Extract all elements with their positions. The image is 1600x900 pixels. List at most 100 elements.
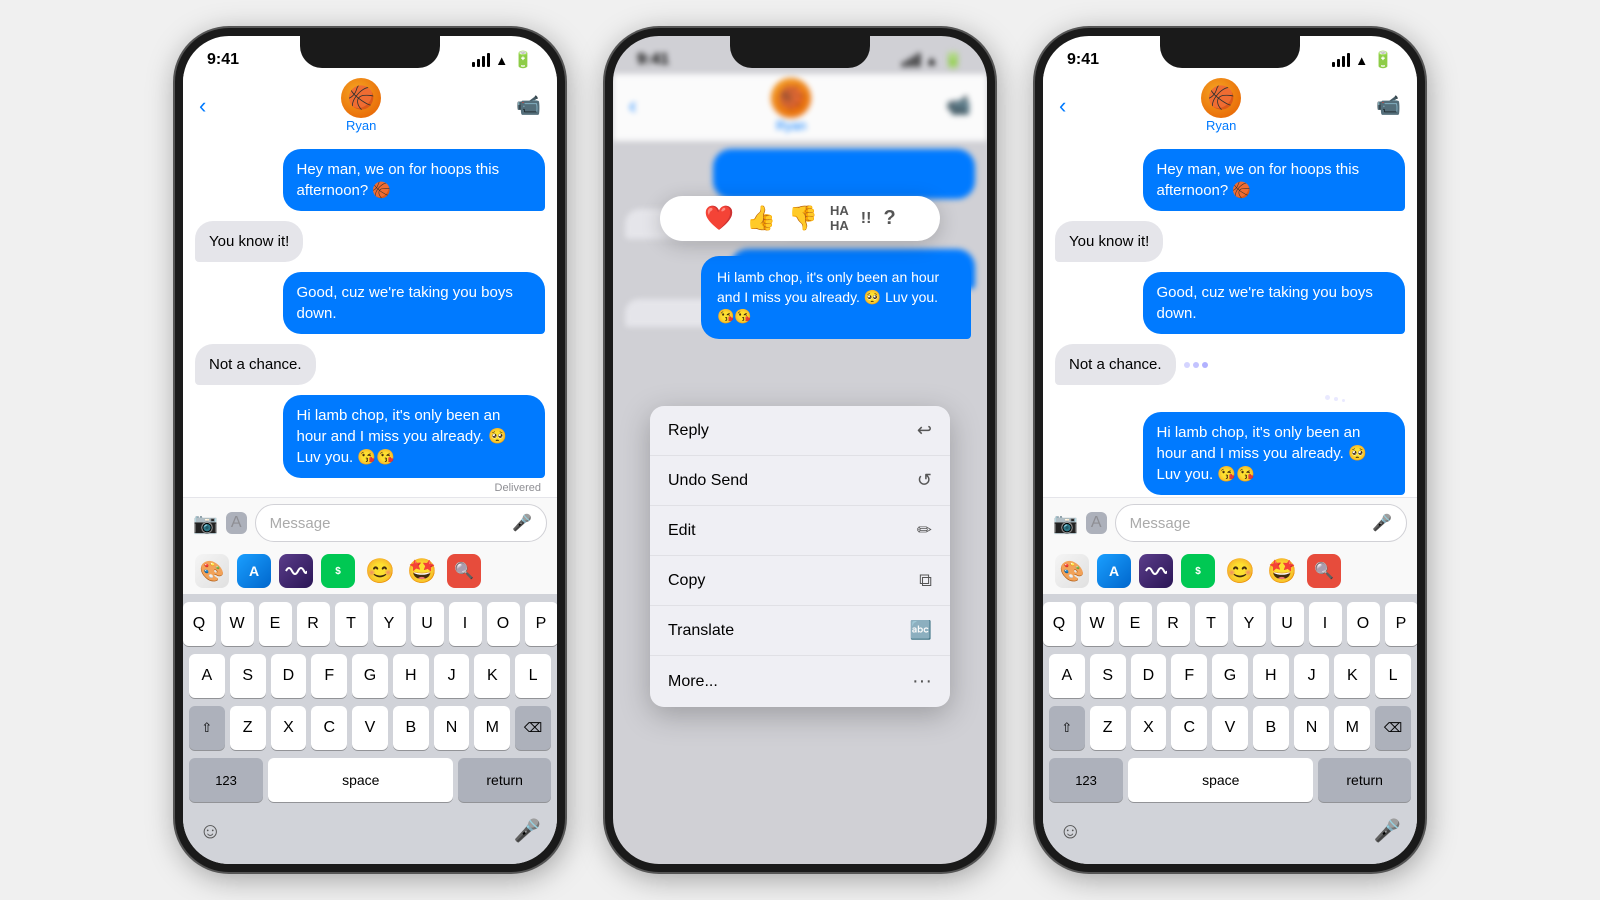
back-button-3[interactable]: ‹ bbox=[1059, 93, 1066, 119]
appstore-app-3[interactable]: A bbox=[1097, 554, 1131, 588]
key-r[interactable]: R bbox=[297, 602, 330, 646]
context-edit[interactable]: Edit ✏ bbox=[650, 506, 950, 556]
key-s[interactable]: S bbox=[230, 654, 266, 698]
emoji-icon-1[interactable]: ☺ bbox=[199, 818, 221, 844]
key-3-s[interactable]: S bbox=[1090, 654, 1126, 698]
key-3-o[interactable]: O bbox=[1347, 602, 1380, 646]
key-3-u[interactable]: U bbox=[1271, 602, 1304, 646]
key-return[interactable]: return bbox=[458, 758, 551, 802]
photos-app-1[interactable]: 🎨 bbox=[195, 554, 229, 588]
key-3-shift[interactable]: ⇧ bbox=[1049, 706, 1085, 750]
key-c[interactable]: C bbox=[311, 706, 347, 750]
reaction-thumbsdown[interactable]: 👎 bbox=[788, 204, 818, 233]
memoji-app-1[interactable]: 😊 bbox=[363, 554, 397, 588]
key-t[interactable]: T bbox=[335, 602, 368, 646]
memoji-app-4[interactable]: 🤩 bbox=[1265, 554, 1299, 588]
key-3-e[interactable]: E bbox=[1119, 602, 1152, 646]
search-app-3[interactable]: 🔍 bbox=[1307, 554, 1341, 588]
key-x[interactable]: X bbox=[271, 706, 307, 750]
reaction-heart[interactable]: ❤️ bbox=[704, 204, 734, 233]
key-l[interactable]: L bbox=[515, 654, 551, 698]
context-copy[interactable]: Copy ⧉ bbox=[650, 556, 950, 606]
key-3-return[interactable]: return bbox=[1318, 758, 1411, 802]
mic-icon-3[interactable]: 🎤 bbox=[1372, 513, 1392, 533]
mic-bottom-icon-3[interactable]: 🎤 bbox=[1374, 818, 1401, 844]
key-n[interactable]: N bbox=[434, 706, 470, 750]
cash-app-3[interactable]: $ bbox=[1181, 554, 1215, 588]
key-w[interactable]: W bbox=[221, 602, 254, 646]
key-v[interactable]: V bbox=[352, 706, 388, 750]
reaction-exclaim[interactable]: !! bbox=[861, 210, 872, 228]
key-m[interactable]: M bbox=[474, 706, 510, 750]
video-button-3[interactable]: 📹 bbox=[1376, 93, 1401, 118]
key-g[interactable]: G bbox=[352, 654, 388, 698]
memoji-app-3[interactable]: 😊 bbox=[1223, 554, 1257, 588]
key-3-backspace[interactable]: ⌫ bbox=[1375, 706, 1411, 750]
search-app-1[interactable]: 🔍 bbox=[447, 554, 481, 588]
photos-app-3[interactable]: 🎨 bbox=[1055, 554, 1089, 588]
apps-icon-3[interactable]: A bbox=[1086, 512, 1107, 534]
appstore-app-1[interactable]: A bbox=[237, 554, 271, 588]
key-3-l[interactable]: L bbox=[1375, 654, 1411, 698]
key-3-c[interactable]: C bbox=[1171, 706, 1207, 750]
key-3-g[interactable]: G bbox=[1212, 654, 1248, 698]
key-3-k[interactable]: K bbox=[1334, 654, 1370, 698]
reaction-haha[interactable]: HAHA bbox=[830, 204, 849, 233]
context-more[interactable]: More... ··· bbox=[650, 656, 950, 707]
key-y[interactable]: Y bbox=[373, 602, 406, 646]
message-input-3[interactable]: Message 🎤 bbox=[1115, 504, 1407, 542]
back-button-1[interactable]: ‹ bbox=[199, 93, 206, 119]
key-3-x[interactable]: X bbox=[1131, 706, 1167, 750]
key-3-v[interactable]: V bbox=[1212, 706, 1248, 750]
mic-icon-1[interactable]: 🎤 bbox=[512, 513, 532, 533]
key-3-h[interactable]: H bbox=[1253, 654, 1289, 698]
key-u[interactable]: U bbox=[411, 602, 444, 646]
message-input-1[interactable]: Message 🎤 bbox=[255, 504, 547, 542]
key-3-f[interactable]: F bbox=[1171, 654, 1207, 698]
key-p[interactable]: P bbox=[525, 602, 558, 646]
key-f[interactable]: F bbox=[311, 654, 347, 698]
context-translate[interactable]: Translate 🔤 bbox=[650, 606, 950, 656]
wave-app-1[interactable] bbox=[279, 554, 313, 588]
key-a[interactable]: A bbox=[189, 654, 225, 698]
reaction-thumbsup[interactable]: 👍 bbox=[746, 204, 776, 233]
emoji-icon-3[interactable]: ☺ bbox=[1059, 818, 1081, 844]
key-3-i[interactable]: I bbox=[1309, 602, 1342, 646]
key-3-m[interactable]: M bbox=[1334, 706, 1370, 750]
key-o[interactable]: O bbox=[487, 602, 520, 646]
key-3-t[interactable]: T bbox=[1195, 602, 1228, 646]
key-i[interactable]: I bbox=[449, 602, 482, 646]
key-3-y[interactable]: Y bbox=[1233, 602, 1266, 646]
key-shift[interactable]: ⇧ bbox=[189, 706, 225, 750]
key-b[interactable]: B bbox=[393, 706, 429, 750]
context-undosend[interactable]: Undo Send ↺ bbox=[650, 456, 950, 506]
context-reply[interactable]: Reply ↩ bbox=[650, 406, 950, 456]
key-k[interactable]: K bbox=[474, 654, 510, 698]
key-3-q[interactable]: Q bbox=[1043, 602, 1076, 646]
key-z[interactable]: Z bbox=[230, 706, 266, 750]
key-3-r[interactable]: R bbox=[1157, 602, 1190, 646]
contact-info-1[interactable]: 🏀 Ryan bbox=[341, 78, 381, 133]
key-3-space[interactable]: space bbox=[1128, 758, 1313, 802]
key-3-123[interactable]: 123 bbox=[1049, 758, 1123, 802]
key-space[interactable]: space bbox=[268, 758, 453, 802]
mic-bottom-icon-1[interactable]: 🎤 bbox=[514, 818, 541, 844]
cash-app-1[interactable]: $ bbox=[321, 554, 355, 588]
key-h[interactable]: H bbox=[393, 654, 429, 698]
key-3-z[interactable]: Z bbox=[1090, 706, 1126, 750]
key-q[interactable]: Q bbox=[183, 602, 216, 646]
camera-icon-3[interactable]: 📷 bbox=[1053, 511, 1078, 536]
memoji-app-2[interactable]: 🤩 bbox=[405, 554, 439, 588]
key-d[interactable]: D bbox=[271, 654, 307, 698]
contact-info-3[interactable]: 🏀 Ryan bbox=[1201, 78, 1241, 133]
apps-icon-1[interactable]: A bbox=[226, 512, 247, 534]
key-3-n[interactable]: N bbox=[1294, 706, 1330, 750]
key-3-d[interactable]: D bbox=[1131, 654, 1167, 698]
key-123[interactable]: 123 bbox=[189, 758, 263, 802]
key-3-w[interactable]: W bbox=[1081, 602, 1114, 646]
wave-app-3[interactable] bbox=[1139, 554, 1173, 588]
key-3-b[interactable]: B bbox=[1253, 706, 1289, 750]
key-3-j[interactable]: J bbox=[1294, 654, 1330, 698]
key-backspace[interactable]: ⌫ bbox=[515, 706, 551, 750]
camera-icon-1[interactable]: 📷 bbox=[193, 511, 218, 536]
